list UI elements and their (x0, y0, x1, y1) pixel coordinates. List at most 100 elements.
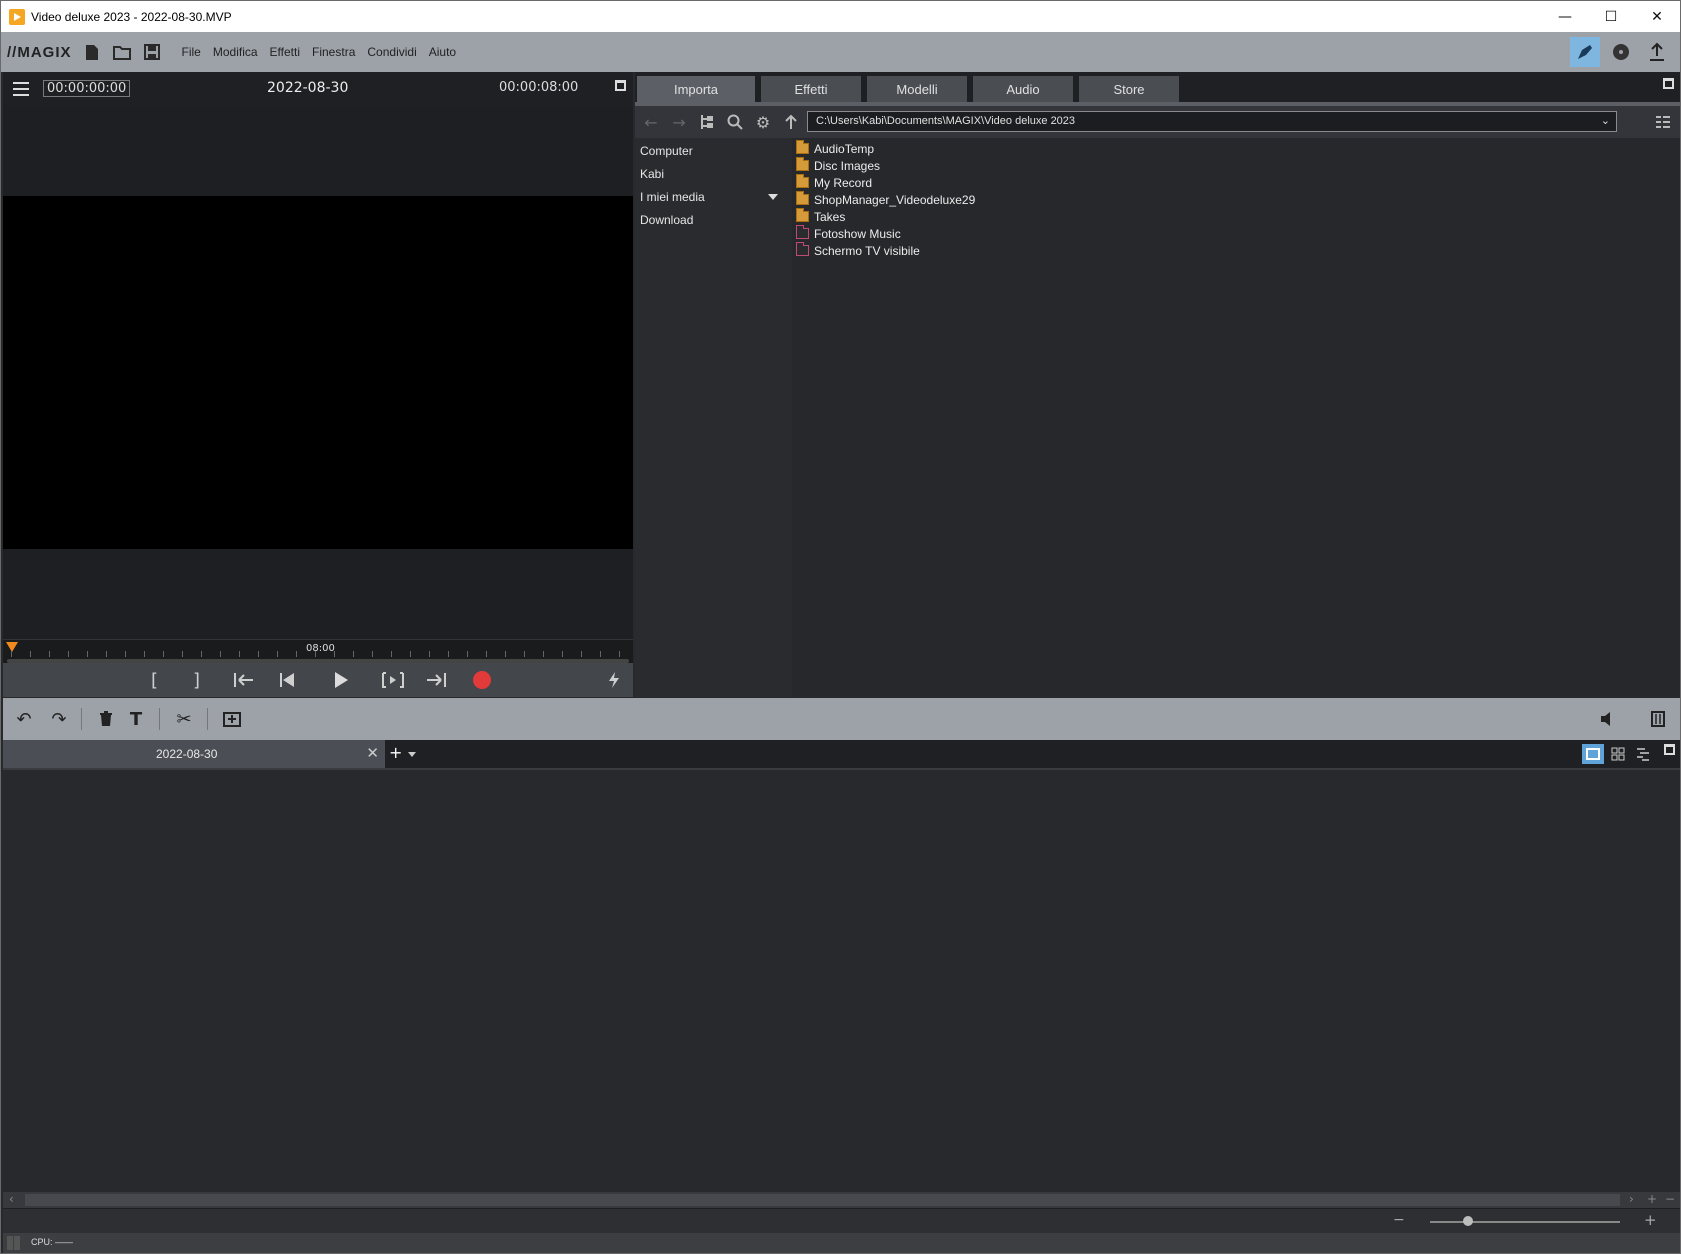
nav-i-miei-media[interactable]: I miei media (640, 190, 790, 204)
menu-effetti[interactable]: Effetti (270, 45, 300, 59)
go-to-start-icon[interactable] (233, 669, 255, 691)
tab-effetti[interactable]: Effetti (761, 76, 861, 102)
timeline-view-icon[interactable] (1632, 744, 1654, 764)
toolbar-divider (159, 708, 160, 730)
search-icon[interactable] (725, 112, 745, 132)
file-name: Fotoshow Music (814, 226, 901, 241)
new-file-icon[interactable] (82, 42, 102, 62)
folder-icon (796, 140, 809, 154)
nav-kabi[interactable]: Kabi (640, 167, 664, 181)
disc-icon[interactable] (1606, 37, 1636, 67)
list-item[interactable]: Fotoshow Music (796, 225, 901, 242)
media-toolbar: ← → ⚙ C:\Users\Kabi\Documents\MAGIX\Vide… (635, 106, 1680, 138)
toolbar-divider (81, 708, 82, 730)
view-options-icon[interactable] (1653, 112, 1673, 132)
play-range-icon[interactable] (381, 669, 405, 691)
play-icon[interactable] (333, 669, 349, 691)
tab-store[interactable]: Store (1079, 76, 1179, 102)
list-item[interactable]: Schermo TV visibile (796, 242, 920, 259)
text-title-icon[interactable]: T (125, 708, 147, 730)
preview-time-ruler[interactable]: 08:00 (3, 639, 633, 661)
hamburger-menu-icon[interactable] (13, 82, 29, 96)
add-movie-button[interactable]: + (389, 743, 402, 762)
scroll-right-icon[interactable]: › (1629, 1192, 1634, 1206)
project-tab[interactable]: 2022-08-30 ✕ (3, 740, 385, 768)
preview-monitor: 00:00:00:00 2022-08-30 00:00:08:00 08:00… (3, 72, 633, 697)
list-item[interactable]: Disc Images (796, 157, 880, 174)
tab-audio[interactable]: Audio (973, 76, 1073, 102)
mark-out-icon[interactable]: ] (193, 669, 200, 691)
open-folder-icon[interactable] (112, 42, 132, 62)
volume-speaker-icon[interactable] (1597, 708, 1619, 730)
tab-modelli[interactable]: Modelli (867, 76, 967, 102)
lightning-icon[interactable] (607, 669, 621, 691)
nav-computer[interactable]: Computer (640, 144, 693, 158)
maximize-panel-icon[interactable] (615, 80, 626, 91)
list-item[interactable]: Takes (796, 208, 845, 225)
zoom-out-small-icon[interactable]: − (1665, 1192, 1675, 1206)
list-item[interactable]: My Record (796, 174, 872, 191)
forward-arrow-icon[interactable]: → (669, 112, 689, 132)
zoom-in-icon[interactable]: + (1644, 1211, 1657, 1229)
gear-icon[interactable]: ⚙ (753, 112, 773, 132)
zoom-bar: − + (3, 1208, 1680, 1233)
horizontal-scrollbar[interactable]: ‹ › + − (3, 1192, 1680, 1208)
chevron-down-icon[interactable] (768, 194, 778, 200)
list-item[interactable]: ShopManager_Videodeluxe29 (796, 191, 975, 208)
up-folder-icon[interactable] (781, 112, 801, 132)
zoom-slider-knob[interactable] (1463, 1216, 1473, 1226)
menu-file[interactable]: File (182, 45, 201, 59)
storyboard-view-icon[interactable] (1582, 744, 1604, 764)
folder-tree-icon[interactable] (697, 112, 717, 132)
undo-icon[interactable]: ↶ (13, 708, 35, 730)
edit-mode-icon[interactable] (1570, 37, 1600, 67)
ruler-ticks (11, 651, 629, 657)
menu-bar: //MAGIX File Modifica Effetti Finestra C… (1, 32, 1680, 72)
scissors-cut-icon[interactable]: ✂ (173, 708, 195, 730)
mark-in-icon[interactable]: [ (151, 669, 158, 691)
magix-logo: //MAGIX (7, 43, 72, 61)
storyboard-workspace[interactable] (3, 768, 1680, 1192)
redo-icon[interactable]: ↷ (48, 708, 70, 730)
nav-download[interactable]: Download (640, 213, 693, 227)
record-button[interactable] (473, 669, 491, 691)
file-name: Schermo TV visibile (814, 243, 920, 258)
close-button[interactable]: ✕ (1634, 1, 1680, 32)
scrollbar-thumb[interactable] (25, 1194, 1620, 1206)
list-item[interactable]: AudioTemp (796, 140, 874, 157)
menu-modifica[interactable]: Modifica (213, 45, 258, 59)
zoom-slider-track[interactable] (1430, 1221, 1620, 1223)
mixer-icon[interactable] (1647, 708, 1669, 730)
grid-view-icon[interactable] (1607, 744, 1629, 764)
menu-condividi[interactable]: Condividi (367, 45, 416, 59)
back-arrow-icon[interactable]: ← (641, 112, 661, 132)
insert-marker-icon[interactable] (221, 708, 243, 730)
timecode-total: 00:00:08:00 (499, 80, 579, 95)
previous-marker-icon[interactable] (279, 669, 295, 691)
chevron-down-icon[interactable]: ⌄ (1601, 112, 1610, 131)
maximize-button[interactable]: ☐ (1588, 1, 1634, 32)
menu-finestra[interactable]: Finestra (312, 45, 355, 59)
edit-toolbar: ↶ ↷ T ✂ (3, 698, 1680, 740)
tab-importa[interactable]: Importa (637, 76, 755, 102)
close-icon[interactable]: ✕ (366, 744, 379, 762)
zoom-in-small-icon[interactable]: + (1647, 1192, 1657, 1206)
delete-trash-icon[interactable] (95, 708, 117, 730)
app-window: Video deluxe 2023 - 2022-08-30.MVP — ☐ ✕… (0, 0, 1681, 1254)
media-pool: Importa Effetti Modelli Audio Store ← → … (635, 72, 1680, 697)
minimize-button[interactable]: — (1542, 1, 1588, 32)
transport-controls: [ ] (3, 663, 633, 697)
maximize-workspace-icon[interactable] (1664, 744, 1675, 755)
file-name: AudioTemp (814, 141, 875, 156)
cpu-status: CPU: —— (31, 1237, 74, 1247)
maximize-media-panel-icon[interactable] (1663, 78, 1674, 89)
save-icon[interactable] (142, 42, 162, 62)
zoom-out-icon[interactable]: − (1393, 1212, 1405, 1228)
scroll-left-icon[interactable]: ‹ (9, 1192, 14, 1206)
menu-aiuto[interactable]: Aiuto (429, 45, 456, 59)
export-upload-icon[interactable] (1642, 37, 1672, 67)
timecode-current[interactable]: 00:00:00:00 (43, 80, 131, 97)
go-to-end-icon[interactable] (425, 669, 447, 691)
chevron-down-icon[interactable] (408, 752, 416, 757)
path-input[interactable]: C:\Users\Kabi\Documents\MAGIX\Video delu… (807, 111, 1617, 132)
